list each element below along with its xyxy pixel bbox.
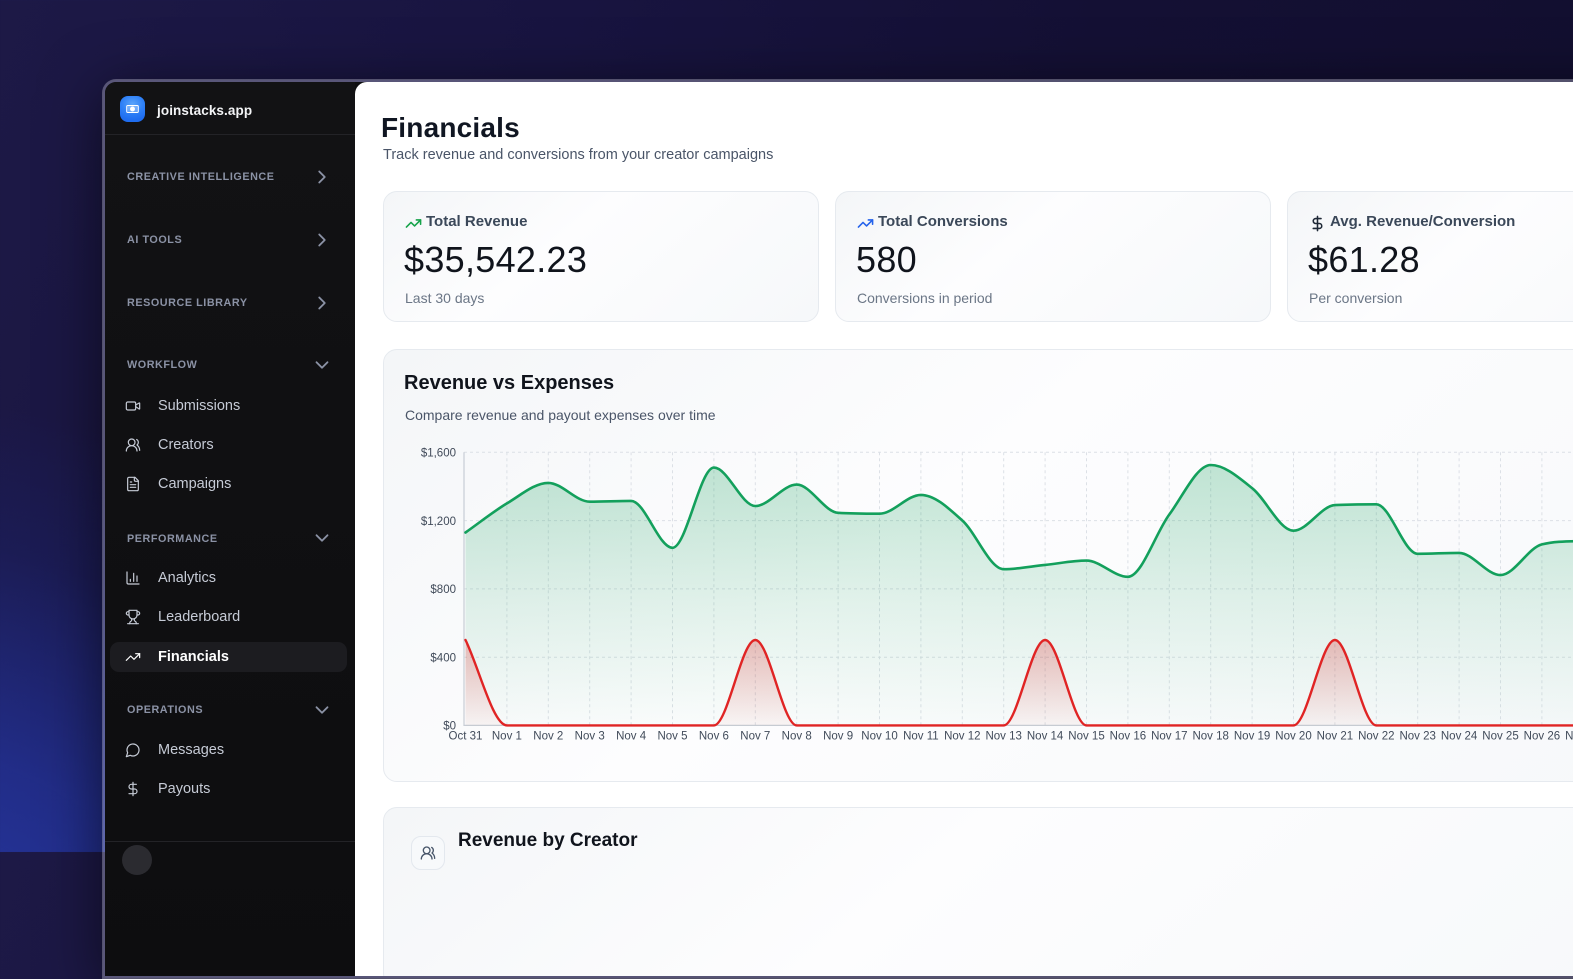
svg-text:Nov 6: Nov 6 bbox=[699, 731, 729, 743]
svg-text:Nov 9: Nov 9 bbox=[823, 731, 853, 743]
svg-text:Nov 22: Nov 22 bbox=[1358, 731, 1394, 743]
svg-text:Nov 24: Nov 24 bbox=[1441, 731, 1478, 743]
svg-text:Nov 8: Nov 8 bbox=[782, 731, 812, 743]
svg-text:Nov 25: Nov 25 bbox=[1482, 731, 1518, 743]
svg-text:Nov 13: Nov 13 bbox=[985, 731, 1021, 743]
svg-text:$1,200: $1,200 bbox=[421, 516, 456, 528]
svg-text:Nov 7: Nov 7 bbox=[740, 731, 770, 743]
svg-text:Nov 23: Nov 23 bbox=[1399, 731, 1435, 743]
svg-text:Nov 12: Nov 12 bbox=[944, 731, 980, 743]
svg-text:Nov 27: Nov 27 bbox=[1565, 731, 1573, 743]
svg-text:Nov 19: Nov 19 bbox=[1234, 731, 1270, 743]
svg-text:Nov 11: Nov 11 bbox=[903, 731, 939, 743]
svg-text:Nov 20: Nov 20 bbox=[1275, 731, 1311, 743]
svg-text:Nov 5: Nov 5 bbox=[657, 731, 687, 743]
svg-text:$1,600: $1,600 bbox=[421, 448, 456, 460]
svg-text:Nov 2: Nov 2 bbox=[533, 731, 563, 743]
svg-text:$400: $400 bbox=[430, 652, 456, 664]
svg-text:Nov 26: Nov 26 bbox=[1524, 731, 1560, 743]
svg-text:Nov 3: Nov 3 bbox=[575, 731, 605, 743]
svg-text:Nov 1: Nov 1 bbox=[492, 731, 522, 743]
svg-text:Nov 10: Nov 10 bbox=[861, 731, 897, 743]
svg-text:$800: $800 bbox=[430, 584, 456, 596]
svg-text:Nov 17: Nov 17 bbox=[1151, 731, 1187, 743]
svg-text:Oct 31: Oct 31 bbox=[449, 731, 483, 743]
svg-text:Nov 21: Nov 21 bbox=[1317, 731, 1353, 743]
svg-text:Nov 16: Nov 16 bbox=[1110, 731, 1146, 743]
svg-text:Nov 14: Nov 14 bbox=[1027, 731, 1064, 743]
svg-text:Nov 15: Nov 15 bbox=[1068, 731, 1104, 743]
svg-text:Nov 4: Nov 4 bbox=[616, 731, 647, 743]
svg-text:Nov 18: Nov 18 bbox=[1192, 731, 1228, 743]
